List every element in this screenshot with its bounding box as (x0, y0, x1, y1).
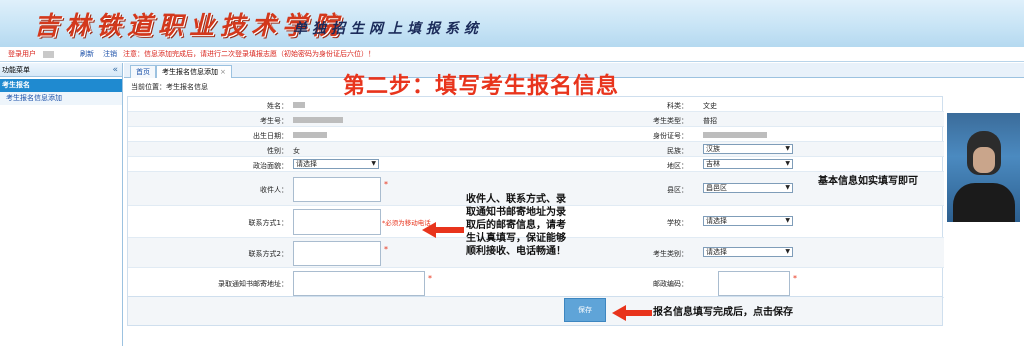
sidebar-item-add-registration[interactable]: 考生报名信息添加 (0, 92, 122, 105)
id-label: 身份证号： (653, 132, 688, 140)
region-label: 地区： (667, 162, 688, 170)
region-select[interactable]: 吉林 ▼ (703, 159, 793, 169)
login-user-label: 登录用户 (8, 50, 36, 58)
student-type-label: 考生类别： (653, 250, 688, 258)
postcode-label: 邮政编码： (653, 280, 688, 288)
photo-body (953, 183, 1015, 222)
exam-type-label: 考生类型： (653, 117, 688, 125)
chevron-down-icon: ▼ (785, 184, 790, 191)
name-value-redacted (293, 102, 305, 108)
gender-label: 性别： (267, 147, 288, 155)
tab-add-registration-label: 考生报名信息添加 (162, 68, 218, 76)
id-value-redacted (703, 132, 767, 138)
tab-home-label: 首页 (136, 68, 150, 76)
exam-no-label: 考生号： (260, 117, 288, 125)
username-redacted (43, 51, 54, 58)
sidebar-title: 功能菜单 (2, 66, 30, 74)
ethnicity-label: 民族： (667, 147, 688, 155)
politics-select-value: 请选择 (296, 160, 317, 168)
collapse-icon[interactable]: « (112, 63, 118, 77)
student-type-select[interactable]: 请选择 ▼ (703, 247, 793, 257)
close-icon[interactable]: × (220, 68, 226, 76)
required-mark: * (793, 274, 797, 283)
save-button[interactable]: 保存 (564, 298, 606, 322)
contact1-input[interactable] (293, 209, 381, 235)
student-type-select-value: 请选择 (706, 248, 727, 256)
address-label: 录取通知书邮寄地址： (218, 280, 288, 288)
required-mark: * (384, 180, 388, 189)
subject-value: 文史 (703, 102, 717, 110)
birth-label: 出生日期： (253, 132, 288, 140)
sidebar-group-registration[interactable]: 考生报名 (0, 79, 122, 92)
form-row: 录取通知书邮寄地址： * 邮政编码： * (128, 268, 944, 298)
required-mark: * (428, 274, 432, 283)
sidebar-header: 功能菜单 « (0, 63, 122, 77)
form-row: 姓名： 科类： 文史 (128, 97, 944, 112)
school-select-value: 请选择 (706, 217, 727, 225)
chevron-down-icon: ▼ (785, 248, 790, 255)
ethnicity-select-value: 汉族 (706, 145, 720, 153)
system-subtitle: 单独招生网上填报系统 (293, 21, 483, 37)
logout-link[interactable]: 注销 (103, 47, 117, 62)
status-bar: 登录用户 刷新 注销 注意：信息添加完成后，请进行二次登录填报志愿（初始密码为身… (0, 47, 1024, 62)
tab-add-registration[interactable]: 考生报名信息添加 × (156, 65, 232, 78)
form-row: 考生号： 考生类型： 普招 (128, 112, 944, 127)
breadcrumb: 当前位置：考生报名信息 (131, 83, 208, 91)
header-banner: 吉林铁道职业技术学院 单独招生网上填报系统 (0, 0, 1024, 47)
chevron-down-icon: ▼ (785, 145, 790, 152)
region-select-value: 吉林 (706, 160, 720, 168)
notice-text: 注意：信息添加完成后，请进行二次登录填报志愿（初始密码为身份证后六位）！ (123, 50, 375, 58)
contact-info-note: 收件人、联系方式、录取通知书邮寄地址为录取后的邮寄信息，请考生认真填写，保证能够… (466, 194, 566, 257)
school-label: 学校： (667, 219, 688, 227)
form-row: 性别： 女 民族： 汉族 ▼ (128, 142, 944, 157)
required-mark: * (384, 245, 388, 254)
politics-label: 政治面貌： (253, 162, 288, 170)
student-photo (947, 113, 1020, 222)
exam-no-redacted (293, 117, 343, 123)
ethnicity-select[interactable]: 汉族 ▼ (703, 144, 793, 154)
name-label: 姓名： (267, 102, 288, 110)
chevron-down-icon: ▼ (371, 160, 376, 167)
birth-value-redacted (293, 132, 327, 138)
exam-type-value: 普招 (703, 117, 717, 125)
chevron-down-icon: ▼ (785, 217, 790, 224)
county-select[interactable]: 昌邑区 ▼ (703, 183, 793, 193)
form-row: 政治面貌： 请选择 ▼ 地区： 吉林 ▼ (128, 157, 944, 172)
contact2-label: 联系方式2： (248, 250, 288, 258)
tab-home[interactable]: 首页 (130, 65, 156, 78)
refresh-link[interactable]: 刷新 (80, 47, 94, 62)
basic-info-note: 基本信息如实填写即可 (818, 176, 918, 187)
contact1-label: 联系方式1： (248, 219, 288, 227)
school-select[interactable]: 请选择 ▼ (703, 216, 793, 226)
save-hint-note: 报名信息填写完成后，点击保存 (653, 307, 793, 318)
sidebar: 功能菜单 « 考生报名 考生报名信息添加 (0, 63, 123, 346)
arrow-to-contact-icon (422, 222, 464, 238)
postcode-input[interactable] (718, 271, 790, 296)
form-row: 出生日期： 身份证号： (128, 127, 944, 142)
address-input[interactable] (293, 271, 425, 296)
county-select-value: 昌邑区 (706, 184, 727, 192)
subject-label: 科类： (667, 102, 688, 110)
county-label: 县区： (667, 186, 688, 194)
politics-select[interactable]: 请选择 ▼ (293, 159, 379, 169)
recipient-input[interactable] (293, 177, 381, 202)
gender-value: 女 (293, 147, 300, 155)
photo-face (973, 147, 995, 173)
arrow-to-save-icon (612, 305, 652, 321)
recipient-label: 收件人： (260, 186, 288, 194)
chevron-down-icon: ▼ (785, 160, 790, 167)
contact2-input[interactable] (293, 241, 381, 266)
